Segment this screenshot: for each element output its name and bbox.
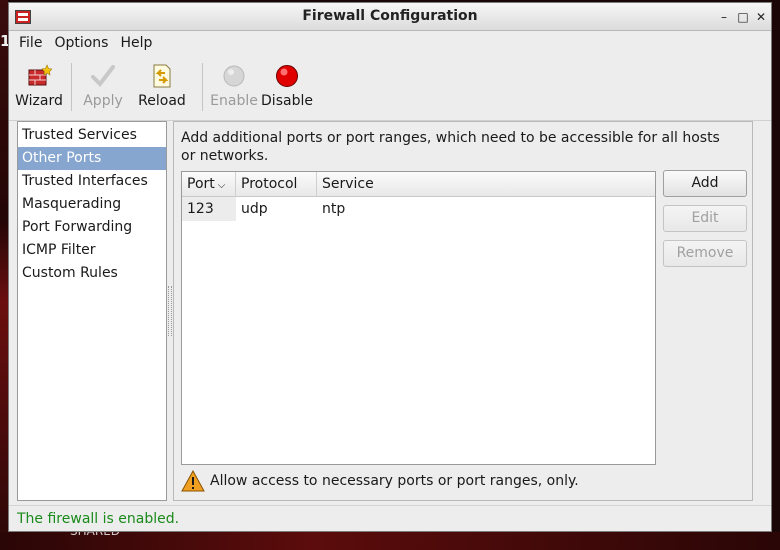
toolbar: Wizard Apply Reload Enable Disable <box>9 55 771 121</box>
disable-label: Disable <box>261 93 313 109</box>
minimize-button[interactable]: – <box>715 8 733 26</box>
sidebar-item-port-forwarding[interactable]: Port Forwarding <box>18 216 166 239</box>
sidebar-item-trusted-interfaces[interactable]: Trusted Interfaces <box>18 170 166 193</box>
menu-file[interactable]: File <box>13 35 48 51</box>
sidebar-item-masquerading[interactable]: Masquerading <box>18 193 166 216</box>
column-header-protocol[interactable]: Protocol <box>236 172 317 197</box>
menu-help[interactable]: Help <box>114 35 158 51</box>
close-button[interactable]: ✕ <box>752 8 770 26</box>
cell-service: ntp <box>322 201 346 217</box>
status-bar: The firewall is enabled. <box>9 505 771 532</box>
add-button[interactable]: Add <box>663 170 747 197</box>
remove-button[interactable]: Remove <box>663 240 747 267</box>
enable-button[interactable]: Enable <box>209 55 259 121</box>
menu-options[interactable]: Options <box>48 35 114 51</box>
category-list: Trusted Services Other Ports Trusted Int… <box>17 121 167 501</box>
desktop-background <box>0 0 8 550</box>
apply-check-icon <box>90 63 116 89</box>
reload-button[interactable]: Reload <box>128 55 196 121</box>
title-bar[interactable]: Firewall Configuration – □ ✕ <box>9 3 771 31</box>
window-title: Firewall Configuration <box>302 8 478 24</box>
wizard-label: Wizard <box>15 93 63 109</box>
enable-gray-circle-icon <box>221 63 247 89</box>
disable-red-circle-icon <box>274 63 300 89</box>
cell-protocol: udp <box>241 201 268 217</box>
menu-bar: File Options Help <box>9 31 771 55</box>
sidebar-item-other-ports[interactable]: Other Ports <box>18 147 166 170</box>
column-header-service[interactable]: Service <box>317 172 655 197</box>
ports-table[interactable]: Port ⌵ Protocol Service 123 udp ntp <box>181 171 656 465</box>
column-header-port[interactable]: Port ⌵ <box>182 172 236 197</box>
reload-label: Reload <box>138 93 186 109</box>
disable-button[interactable]: Disable <box>259 55 315 121</box>
warning-text: Allow access to necessary ports or port … <box>210 473 579 489</box>
action-buttons: Add Edit Remove <box>663 170 747 275</box>
other-ports-panel: Add additional ports or port ranges, whi… <box>173 121 753 501</box>
edit-button[interactable]: Edit <box>663 205 747 232</box>
apply-label: Apply <box>83 93 123 109</box>
column-header-port-label: Port <box>187 176 215 192</box>
apply-button[interactable]: Apply <box>78 55 128 121</box>
toolbar-separator <box>71 63 72 111</box>
table-row[interactable]: 123 udp ntp <box>182 197 655 221</box>
toolbar-separator <box>202 63 203 111</box>
firewall-window: Firewall Configuration – □ ✕ File Option… <box>8 2 772 532</box>
panel-description: Add additional ports or port ranges, whi… <box>181 130 720 164</box>
sidebar-item-trusted-services[interactable]: Trusted Services <box>18 124 166 147</box>
sidebar-item-custom-rules[interactable]: Custom Rules <box>18 262 166 285</box>
cell-port: 123 <box>182 197 236 221</box>
sort-down-icon: ⌵ <box>217 180 226 191</box>
enable-label: Enable <box>210 93 258 109</box>
warning-note: Allow access to necessary ports or port … <box>181 469 579 492</box>
warning-icon <box>181 469 205 492</box>
content-area: Trusted Services Other Ports Trusted Int… <box>9 121 771 503</box>
sidebar-item-icmp-filter[interactable]: ICMP Filter <box>18 239 166 262</box>
wizard-button[interactable]: Wizard <box>13 55 65 121</box>
maximize-button[interactable]: □ <box>734 8 752 26</box>
wizard-icon <box>26 63 53 89</box>
pane-resize-handle[interactable] <box>168 286 172 336</box>
table-header: Port ⌵ Protocol Service <box>182 172 655 197</box>
reload-icon <box>149 63 175 89</box>
